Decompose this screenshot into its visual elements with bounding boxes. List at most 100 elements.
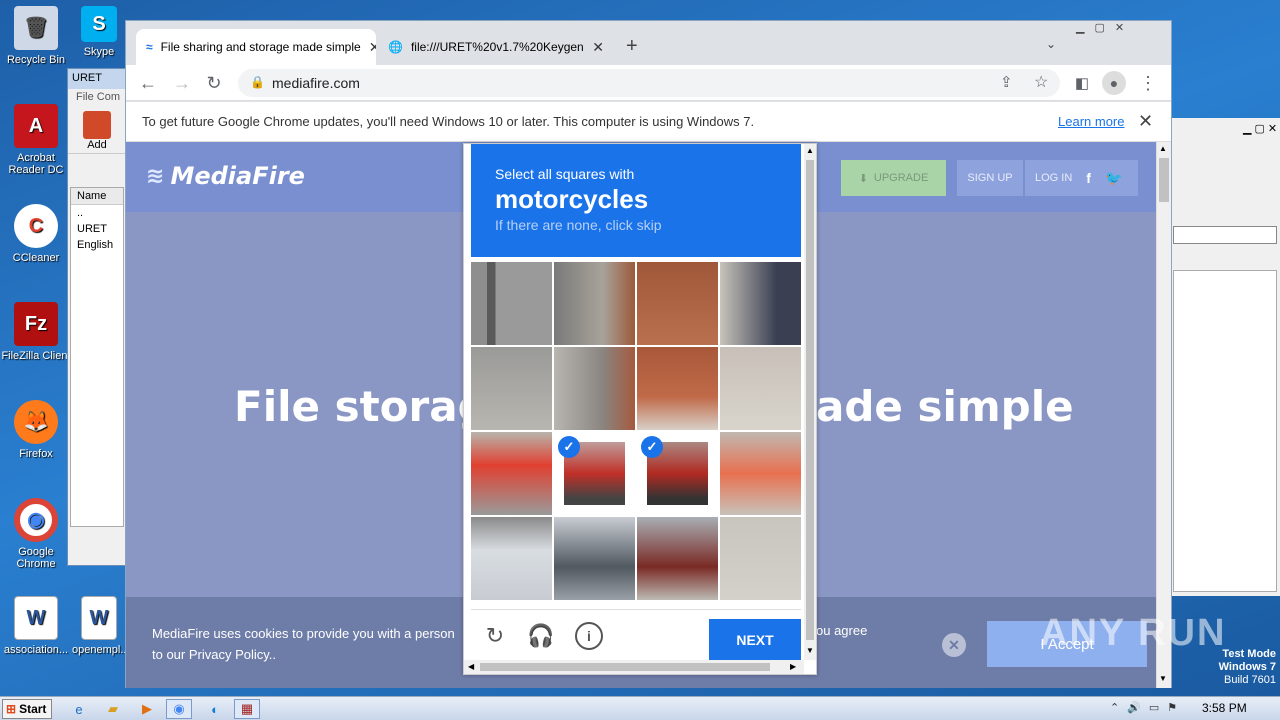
scroll-up-icon[interactable]: ▲ (1159, 144, 1167, 153)
captcha-tile[interactable] (720, 262, 801, 345)
captcha-tile[interactable] (554, 517, 635, 600)
clock[interactable]: 3:58 PM (1202, 701, 1247, 715)
background-window-right[interactable]: ▁▢✕ (1170, 118, 1280, 596)
scroll-left-icon[interactable]: ◀ (468, 662, 474, 671)
cookie-text: MediaFire uses cookies to provide you wi… (152, 623, 482, 665)
captcha-tile[interactable] (720, 432, 801, 515)
tab-search-chevron-down-icon[interactable]: ⌄ (1046, 37, 1056, 51)
chrome-taskbar-icon[interactable]: ◉ (166, 699, 192, 719)
captcha-tile[interactable] (637, 347, 718, 430)
desktop-icon-recycle-bin[interactable]: 🗑 Recycle Bin (0, 6, 72, 66)
forward-arrow-icon[interactable]: → (170, 71, 194, 95)
captcha-tile[interactable] (471, 262, 552, 345)
window-controls[interactable]: ▁▢✕ (1243, 122, 1280, 135)
learn-more-link[interactable]: Learn more (1058, 114, 1124, 129)
desktop-icon-firefox[interactable]: 🦊 Firefox (0, 400, 72, 460)
captcha-vertical-scrollbar[interactable]: ▲ ▼ (804, 144, 816, 660)
twitter-icon[interactable]: 🐦 (1105, 170, 1122, 187)
desktop-icon-label: association... (3, 644, 69, 656)
scroll-up-icon[interactable]: ▲ (806, 146, 814, 155)
media-player-icon[interactable]: ▶ (134, 699, 160, 719)
captcha-tile[interactable] (471, 347, 552, 430)
desktop-icon-label: Recycle Bin (6, 54, 66, 66)
window-controls[interactable]: ▁▢✕ (1076, 21, 1134, 34)
reload-icon[interactable]: ↻ (202, 71, 226, 95)
close-icon[interactable]: ✕ (592, 39, 604, 56)
mediafire-logo[interactable]: ≋ MediaFire (146, 162, 305, 190)
desktop-icon-openempl[interactable]: W openempl... (72, 596, 129, 656)
desktop-icon-chrome[interactable]: ◉ Google Chrome (0, 498, 72, 570)
dropdown-field[interactable] (1173, 226, 1277, 244)
address-bar[interactable]: 🔒 mediafire.com ⇪ ☆ (238, 69, 1060, 97)
profile-avatar-icon[interactable]: ● (1102, 71, 1126, 95)
captcha-tile[interactable] (720, 517, 801, 600)
share-icon[interactable]: ⇪ (1000, 73, 1013, 91)
lock-icon: 🔒 (250, 75, 265, 89)
scroll-thumb[interactable] (806, 160, 814, 640)
log-in-button[interactable]: LOG IN f 🐦 (1025, 160, 1138, 196)
captcha-horizontal-scrollbar[interactable]: ◀ ▶ (464, 660, 804, 674)
scroll-thumb[interactable] (1159, 158, 1169, 202)
scroll-down-icon[interactable]: ▼ (806, 646, 814, 655)
page-scrollbar[interactable]: ▲ ▼ (1156, 142, 1171, 688)
close-icon[interactable]: ✕ (369, 39, 376, 56)
captcha-tile[interactable] (637, 517, 718, 600)
captcha-tile[interactable] (554, 262, 635, 345)
captcha-tile[interactable]: ✓ (637, 432, 718, 515)
reload-icon[interactable]: ↻ (481, 622, 509, 650)
winrar-column-name[interactable]: Name (71, 188, 123, 205)
facebook-icon[interactable]: f (1086, 170, 1091, 186)
winrar-add-button[interactable]: Add (68, 107, 126, 153)
captcha-target: motorcycles (495, 184, 649, 214)
side-panel-icon[interactable]: ◧ (1070, 71, 1094, 95)
logo-text: MediaFire (170, 162, 305, 190)
close-icon[interactable]: ✕ (942, 633, 966, 657)
scroll-thumb[interactable] (480, 663, 770, 671)
new-tab-button[interactable]: + (626, 35, 638, 58)
winrar-menu[interactable]: File Com (68, 89, 126, 107)
audio-headphones-icon[interactable]: 🎧 (527, 622, 555, 650)
sign-up-button[interactable]: SIGN UP (957, 160, 1023, 196)
captcha-tile[interactable] (554, 347, 635, 430)
winrar-window[interactable]: URET File Com Add Name .. URET English (67, 68, 127, 566)
winrar-taskbar-icon[interactable]: ▦ (234, 699, 260, 719)
back-arrow-icon[interactable]: ← (136, 71, 160, 95)
desktop-icon-label: CCleaner (12, 252, 60, 264)
folder-icon[interactable]: ▰ (100, 699, 126, 719)
tab-mediafire[interactable]: ≈ File sharing and storage made simple ✕ (136, 29, 376, 65)
desktop-icon-label: Google Chrome (16, 546, 56, 570)
menu-kebab-icon[interactable]: ⋮ (1136, 71, 1160, 95)
start-button[interactable]: ⊞ Start (2, 699, 52, 719)
desktop-icon-filezilla[interactable]: Fz FileZilla Client (0, 302, 72, 362)
flame-logo-icon: ≋ (146, 163, 165, 189)
log-in-label: LOG IN (1035, 172, 1073, 184)
windows-logo-icon: ⊞ (6, 702, 17, 716)
edge-icon[interactable]: ◐ (202, 699, 228, 719)
privacy-policy-link[interactable]: to our Privacy Policy.. (152, 644, 482, 665)
internet-explorer-icon[interactable]: e (66, 699, 92, 719)
list-item[interactable]: .. (71, 205, 123, 221)
info-icon[interactable]: i (575, 622, 603, 650)
close-icon[interactable]: ✕ (1138, 111, 1153, 132)
captcha-tile[interactable] (471, 432, 552, 515)
captcha-tile[interactable]: ✓ (554, 432, 635, 515)
captcha-tile[interactable] (637, 262, 718, 345)
list-item[interactable]: English (71, 237, 123, 253)
next-button[interactable]: NEXT (709, 619, 801, 661)
tab-file-uret[interactable]: 🌐 file:///URET%20v1.7%20Keygen%... ✕ (378, 29, 614, 65)
desktop-icon-skype[interactable]: S Skype (74, 6, 124, 58)
list-pane (1173, 270, 1277, 592)
test-mode-line: Build 7601 (1224, 674, 1276, 686)
bookmark-star-icon[interactable]: ☆ (1034, 72, 1048, 92)
cookie-text-line-1: MediaFire uses cookies to provide you wi… (152, 626, 455, 641)
desktop-icon-association[interactable]: W association... (0, 596, 72, 656)
scroll-right-icon[interactable]: ▶ (790, 662, 796, 671)
system-tray-icons[interactable]: ⌃🔊▭⚑ (1110, 701, 1185, 714)
scroll-down-icon[interactable]: ▼ (1159, 674, 1167, 683)
desktop-icon-acrobat[interactable]: A Acrobat Reader DC (0, 104, 72, 176)
desktop-icon-ccleaner[interactable]: C CCleaner (0, 204, 72, 264)
captcha-tile[interactable] (471, 517, 552, 600)
captcha-tile[interactable] (720, 347, 801, 430)
list-item[interactable]: URET (71, 221, 123, 237)
upgrade-button[interactable]: ⬇ UPGRADE (841, 160, 946, 196)
